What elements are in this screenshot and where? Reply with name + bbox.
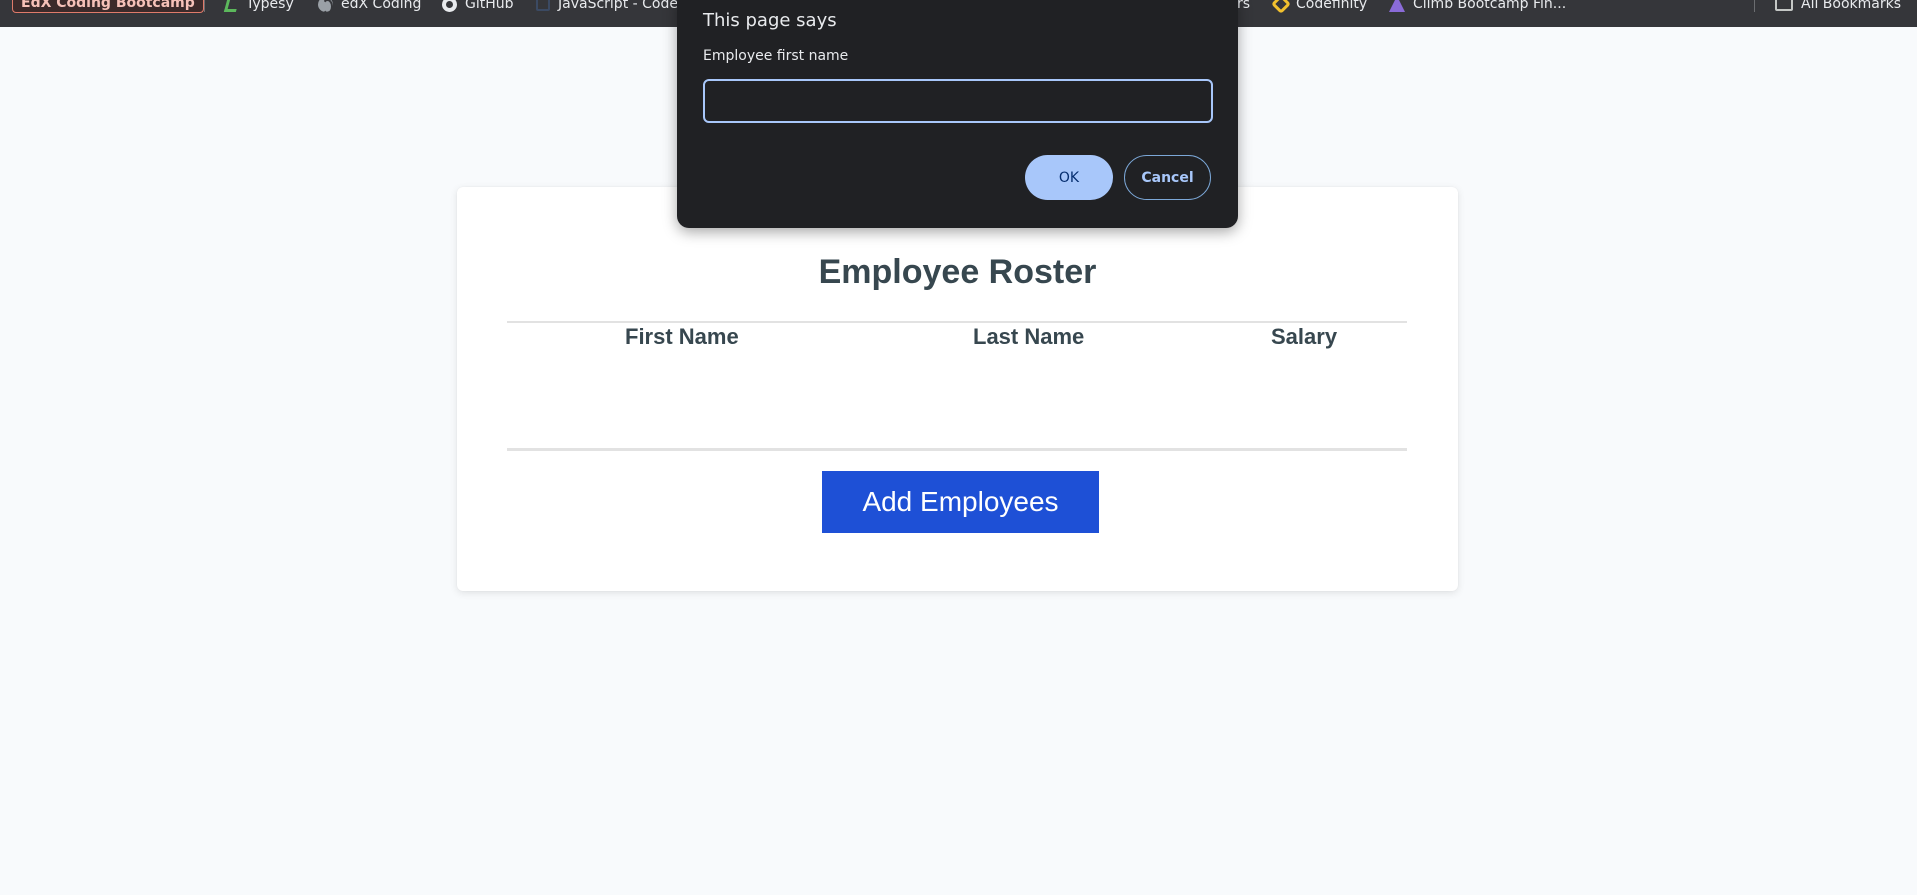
- prompt-dialog: This page says Employee first name OK Ca…: [677, 0, 1238, 228]
- bookmark-folder-tag[interactable]: EdX Coding Bootcamp: [12, 0, 204, 13]
- github-icon: [442, 0, 457, 12]
- all-bookmarks-button[interactable]: All Bookmarks: [1775, 0, 1901, 12]
- globe-icon: [318, 0, 333, 14]
- add-employees-button[interactable]: Add Employees: [822, 471, 1099, 533]
- bookmarks-divider: [204, 0, 205, 12]
- bookmark-edx-coding[interactable]: edX Coding: [318, 0, 422, 14]
- dialog-title: This page says: [703, 10, 837, 31]
- bookmark-label: Codefinity: [1296, 0, 1368, 12]
- bookmark-label: JavaScript - Code: [558, 0, 678, 12]
- ok-button[interactable]: OK: [1025, 155, 1113, 200]
- page-title: Employee Roster: [818, 253, 1097, 291]
- table-bottom-divider: [507, 448, 1407, 451]
- bookmark-label: edX Coding: [341, 0, 422, 12]
- climb-icon: [1389, 0, 1405, 12]
- column-header-last-name: Last Name: [973, 324, 1085, 349]
- bookmark-label: Climb Bootcamp Fin...: [1413, 0, 1567, 12]
- javascript-icon: [536, 0, 550, 11]
- bookmark-codefinity[interactable]: Codefinity: [1271, 0, 1368, 14]
- bookmark-label: rs: [1237, 0, 1251, 12]
- bookmark-climb[interactable]: Climb Bootcamp Fin...: [1389, 0, 1566, 12]
- bookmark-javascript[interactable]: JavaScript - Code: [536, 0, 678, 12]
- codefinity-icon: [1271, 0, 1291, 14]
- column-header-first-name: First Name: [625, 324, 739, 349]
- bookmark-label: GitHub: [465, 0, 514, 12]
- all-bookmarks-label: All Bookmarks: [1801, 0, 1902, 12]
- bookmarks-divider: [1754, 0, 1755, 12]
- table-top-divider: [507, 321, 1407, 323]
- cancel-button[interactable]: Cancel: [1124, 155, 1211, 200]
- dialog-prompt-label: Employee first name: [703, 48, 849, 64]
- bookmark-label: Typesy: [246, 0, 294, 12]
- column-header-salary: Salary: [1271, 324, 1338, 349]
- bookmark-typesy[interactable]: Typesy: [223, 0, 294, 12]
- typesy-icon: [223, 0, 241, 12]
- folder-icon: [1775, 0, 1793, 11]
- employee-first-name-input[interactable]: [703, 79, 1213, 123]
- bookmark-github[interactable]: GitHub: [442, 0, 514, 12]
- roster-card: Employee Roster First Name Last Name Sal…: [457, 187, 1458, 591]
- bookmark-partial[interactable]: rs: [1237, 0, 1250, 12]
